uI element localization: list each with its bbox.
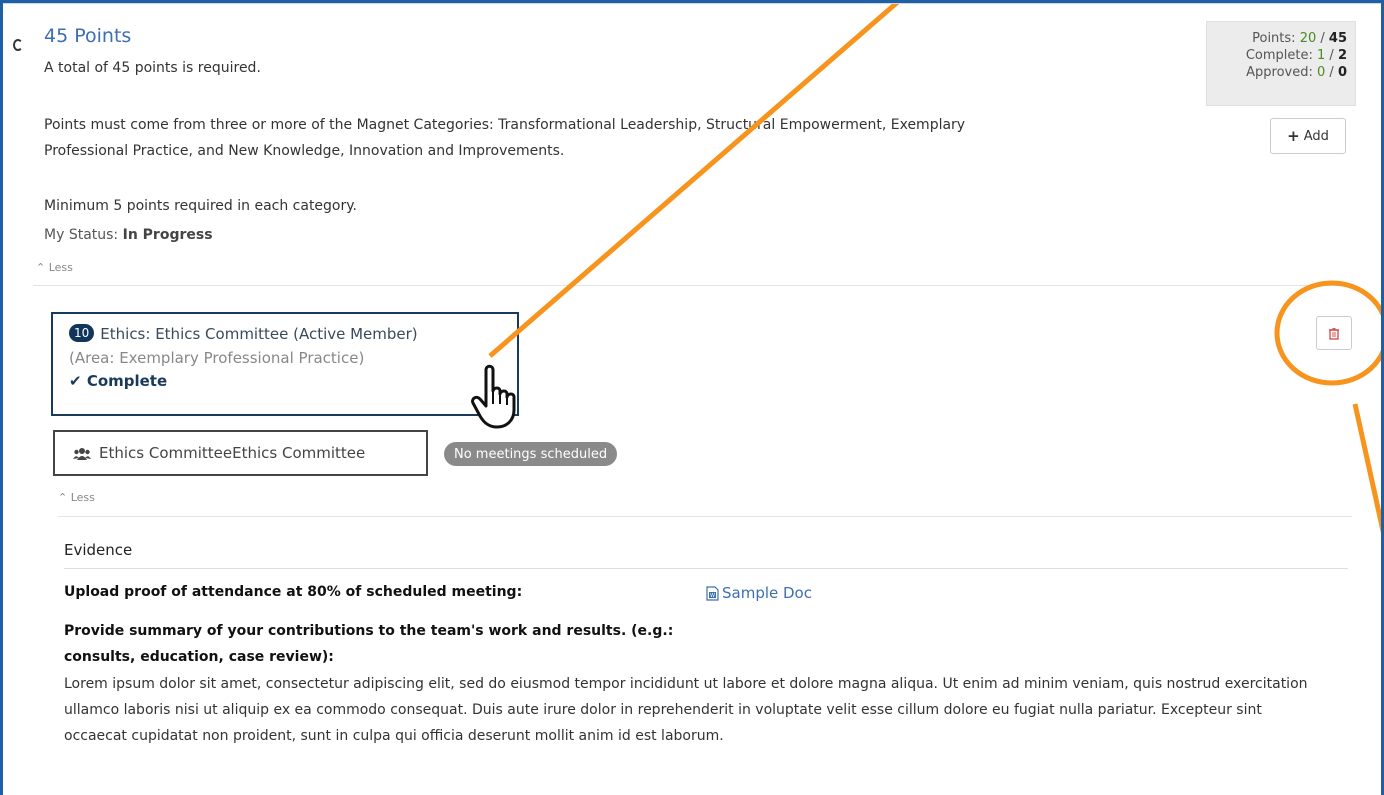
- complete-value: 1: [1317, 48, 1326, 63]
- less-link-activity[interactable]: ⌃ Less: [58, 491, 95, 504]
- hand-cursor-icon: [471, 364, 516, 429]
- evidence-heading: Evidence: [64, 541, 133, 559]
- status-spinner-icon: [13, 39, 23, 51]
- my-status-label: My Status:: [44, 227, 119, 243]
- sample-doc-link[interactable]: W Sample Doc: [706, 584, 812, 602]
- annotation-pointer-line: [1352, 403, 1381, 534]
- my-status-value: In Progress: [122, 227, 213, 243]
- points-summary-box: Points: 20 / 45 Complete: 1 / 2 Approved…: [1206, 21, 1356, 106]
- approved-value: 0: [1317, 65, 1326, 80]
- requirement-minimum: Minimum 5 points required in each catego…: [44, 198, 357, 214]
- points-badge: 10: [69, 324, 95, 342]
- less-link-requirement[interactable]: ⌃ Less: [36, 261, 73, 274]
- annotation-arrow-line: [488, 4, 900, 358]
- evidence-question-2: Provide summary of your contributions to…: [64, 623, 674, 665]
- committee-button[interactable]: Ethics CommitteeEthics Committee: [53, 430, 428, 476]
- activity-card[interactable]: 10 Ethics: Ethics Committee (Active Membe…: [51, 312, 519, 416]
- activity-status: ✔ Complete: [69, 372, 517, 390]
- requirement-panel: 45 Points A total of 45 points is requir…: [3, 3, 1381, 795]
- plus-icon: +: [1287, 127, 1300, 145]
- word-doc-icon: W: [706, 585, 719, 601]
- points-total: 45: [1328, 31, 1347, 46]
- group-icon: [73, 447, 91, 460]
- svg-text:W: W: [710, 593, 715, 599]
- add-button-label: Add: [1303, 128, 1329, 144]
- complete-total: 2: [1337, 48, 1347, 63]
- evidence-question-1: Upload proof of attendance at 80% of sch…: [64, 584, 523, 600]
- my-status: My Status: In Progress: [44, 227, 213, 243]
- chevron-up-icon: ⌃: [36, 261, 46, 274]
- checkmark-icon: ✔: [69, 372, 82, 390]
- requirement-subtitle: A total of 45 points is required.: [44, 60, 261, 76]
- approved-row: Approved: 0 / 0: [1246, 65, 1347, 80]
- less-label: Less: [70, 491, 95, 504]
- activity-status-label: Complete: [86, 372, 168, 390]
- committee-label: Ethics CommitteeEthics Committee: [99, 444, 366, 462]
- divider: [33, 285, 1353, 286]
- add-button[interactable]: + Add: [1270, 118, 1346, 154]
- chevron-up-icon: ⌃: [58, 491, 68, 504]
- activity-title-row: 10 Ethics: Ethics Committee (Active Membe…: [69, 324, 517, 343]
- requirement-title[interactable]: 45 Points: [44, 25, 131, 47]
- delete-button[interactable]: [1316, 316, 1352, 350]
- requirement-description: Points must come from three or more of t…: [44, 117, 966, 159]
- meetings-status-badge: No meetings scheduled: [444, 442, 618, 466]
- divider: [58, 516, 1352, 517]
- approved-total: 0: [1337, 65, 1347, 80]
- complete-row: Complete: 1 / 2: [1245, 48, 1347, 63]
- trash-icon: [1329, 327, 1339, 340]
- sample-doc-label: Sample Doc: [722, 584, 812, 602]
- evidence-answer-2: Lorem ipsum dolor sit amet, consectetur …: [64, 676, 1308, 744]
- points-row: Points: 20 / 45: [1252, 31, 1347, 46]
- less-label: Less: [48, 261, 73, 274]
- activity-area: (Area: Exemplary Professional Practice): [69, 349, 365, 367]
- divider: [64, 568, 1348, 569]
- activity-title: Ethics: Ethics Committee (Active Member): [100, 325, 418, 343]
- points-value: 20: [1299, 31, 1317, 46]
